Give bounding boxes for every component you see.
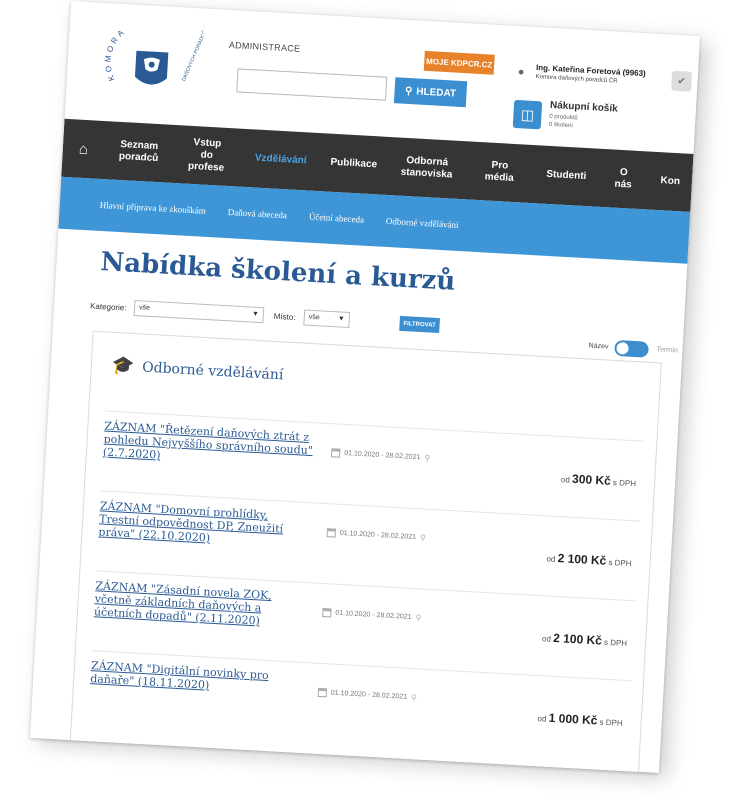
- toggle-knob: [616, 341, 629, 355]
- nav-item-seznam-poradcu[interactable]: Seznam poradců: [107, 138, 172, 166]
- graduation-cap-icon: 🎓: [111, 354, 135, 377]
- nav-item-vzdelavani[interactable]: Vzdělávání: [243, 152, 319, 168]
- section-heading: 🎓 Odborné vzdělávání: [111, 355, 284, 386]
- course-price: od 1 000 Kč s DPH: [537, 710, 623, 729]
- sort-toggle[interactable]: [614, 339, 649, 358]
- location-pin-icon: ⚲: [424, 453, 431, 463]
- cart-title[interactable]: Nákupní košík: [550, 100, 618, 115]
- calendar-icon: [322, 607, 332, 618]
- price-amount: 300 Kč: [571, 471, 612, 488]
- course-date: 01.10.2020 - 28.02.2021 ⚲: [331, 448, 431, 463]
- screenshot-card: KOMORA DAŇOVÝCH PORADCŮ ČR ADMINISTRACE …: [29, 0, 701, 774]
- logo-side-text: DAŇOVÝCH PORADCŮ ČR: [180, 21, 204, 82]
- search-input[interactable]: [236, 68, 388, 101]
- course-date-range: 01.10.2020 - 28.02.2021: [330, 689, 408, 701]
- subnav-danova-abeceda[interactable]: Daňová abeceda: [227, 207, 287, 220]
- category-select[interactable]: vše ▼: [133, 299, 265, 324]
- price-suffix: s DPH: [608, 557, 632, 569]
- chevron-down-icon: ▼: [251, 310, 260, 318]
- course-title-link[interactable]: ZÁZNAM "Domovní prohlídky, Trestní odpov…: [98, 499, 310, 550]
- nav-item-vstup-do-profese[interactable]: Vstup do profese: [170, 136, 244, 176]
- search-button-label: HLEDAT: [416, 85, 457, 100]
- nav-item-odborna-stanoviska[interactable]: Odborná stanoviska: [388, 154, 465, 182]
- calendar-icon: [326, 528, 337, 538]
- course-date: 01.10.2020 - 28.02.2021 ⚲: [317, 687, 418, 703]
- cart-products-count: 0 produktů: [549, 113, 578, 122]
- nav-item-o-nas[interactable]: O nás: [598, 166, 650, 193]
- chevron-down-icon: ▼: [337, 315, 345, 323]
- category-select-value: vše: [138, 304, 151, 312]
- price-amount: 1 000 Kč: [548, 710, 598, 728]
- price-prefix: od: [546, 554, 556, 564]
- nav-item-kontakty[interactable]: Kon: [648, 175, 692, 189]
- section-title: Odborné vzdělávání: [141, 359, 284, 383]
- place-label: Místo:: [273, 311, 296, 323]
- price-amount: 2 100 Kč: [557, 551, 607, 568]
- sort-by-name-label[interactable]: Název: [588, 342, 608, 350]
- moje-kdpcr-button[interactable]: MOJE KDPCR.CZ: [423, 50, 495, 75]
- subnav-hlavni-priprava[interactable]: Hlavní příprava ke zkouškám: [99, 200, 206, 216]
- location-pin-icon: ⚲: [415, 613, 422, 623]
- kdp-logo[interactable]: KOMORA DAŇOVÝCH PORADCŮ ČR: [99, 19, 204, 110]
- home-icon[interactable]: ⌂: [78, 140, 107, 159]
- subnav-odborne-vzdelavani[interactable]: Odborné vzdělávání: [386, 216, 459, 230]
- calendar-icon: [331, 448, 341, 458]
- course-title-link[interactable]: ZÁZNAM "Digitální novinky pro daňaře" (1…: [90, 659, 301, 697]
- logo-arc-text: KOMORA: [102, 25, 128, 83]
- course-date: 01.10.2020 - 28.02.2021 ⚲: [322, 607, 422, 623]
- course-date-range: 01.10.2020 - 28.02.2021: [339, 529, 417, 542]
- page-title: Nabídka školení a kurzů: [99, 247, 457, 297]
- course-title-link[interactable]: ZÁZNAM "Zásadní novela ZOK, včetně zákla…: [94, 579, 306, 630]
- price-prefix: od: [541, 634, 552, 644]
- search-icon: ⚲: [404, 85, 413, 97]
- price-suffix: s DPH: [599, 717, 623, 728]
- subnav-ucetni-abeceda[interactable]: Účetní abeceda: [309, 212, 365, 225]
- place-select[interactable]: vše ▼: [303, 309, 351, 329]
- place-select-value: vše: [308, 313, 320, 322]
- cart-icon[interactable]: ◫: [512, 99, 543, 130]
- course-date-range: 01.10.2020 - 28.02.2021: [335, 609, 412, 621]
- nav-item-publikace[interactable]: Publikace: [318, 156, 389, 172]
- price-amount: 2 100 Kč: [552, 630, 603, 648]
- calendar-icon: [317, 687, 328, 698]
- search-button[interactable]: ⚲ HLEDAT: [393, 77, 468, 108]
- nav-item-studenti[interactable]: Studenti: [534, 168, 599, 184]
- nav-item-pro-media[interactable]: Pro média: [464, 158, 535, 186]
- course-price: od 2 100 Kč s DPH: [546, 550, 632, 569]
- location-pin-icon: ⚲: [419, 533, 427, 543]
- filter-button[interactable]: FILTROVAT: [399, 315, 440, 334]
- category-label: Kategorie:: [89, 301, 127, 313]
- course-date: 01.10.2020 - 28.02.2021 ⚲: [326, 528, 427, 543]
- user-avatar[interactable]: ✔: [671, 70, 693, 92]
- user-icon: ●: [517, 66, 525, 79]
- course-date-range: 01.10.2020 - 28.02.2021: [344, 449, 421, 462]
- course-list-panel: 🎓 Odborné vzdělávání ZÁZNAM "Řetězení da…: [68, 330, 662, 774]
- price-suffix: s DPH: [612, 477, 637, 489]
- location-pin-icon: ⚲: [410, 693, 418, 703]
- course-title-link[interactable]: ZÁZNAM "Řetězení daňových ztrát z pohled…: [103, 420, 315, 471]
- cart-trainings-count: 0 školení: [548, 121, 574, 130]
- price-prefix: od: [537, 714, 547, 724]
- course-price: od 300 Kč s DPH: [561, 471, 637, 489]
- price-suffix: s DPH: [603, 637, 628, 649]
- sort-by-date-label[interactable]: Termín: [656, 346, 678, 354]
- administration-link[interactable]: ADMINISTRACE: [229, 40, 301, 54]
- course-price: od 2 100 Kč s DPH: [542, 630, 628, 649]
- price-prefix: od: [560, 475, 571, 485]
- svg-text:KOMORA: KOMORA: [102, 25, 128, 83]
